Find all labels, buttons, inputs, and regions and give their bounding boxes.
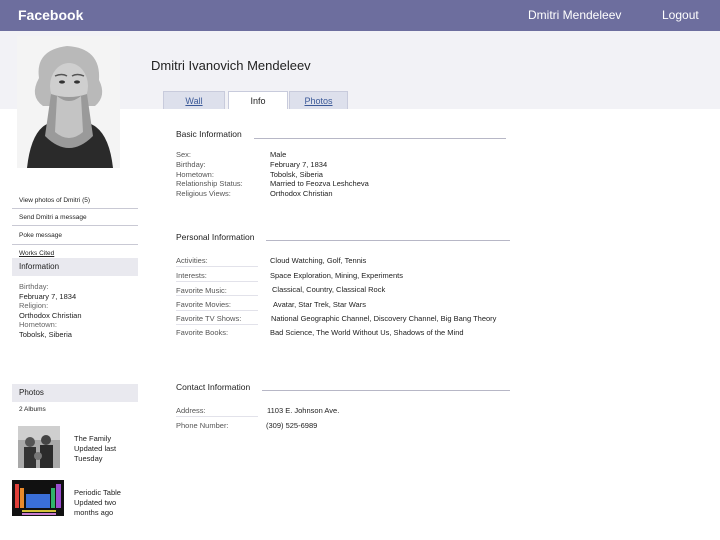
send-message-link[interactable]: Send Dmitri a message: [19, 214, 87, 221]
contact-address: 1103 E. Johnson Ave.: [267, 406, 340, 415]
basic-labels: Sex: Birthday: Hometown: Relationship St…: [176, 150, 243, 199]
personal-value: Classical, Country, Classical Rock: [272, 285, 386, 294]
view-photos-link[interactable]: View photos of Dmitri (5): [19, 197, 90, 204]
basic-info-title: Basic Information: [176, 129, 242, 139]
profile-name: Dmitri Ivanovich Mendeleev: [151, 58, 311, 73]
section-divider: [266, 240, 510, 241]
album-updated: Updated two months ago: [74, 498, 117, 517]
album-title[interactable]: The Family: [74, 434, 134, 444]
photos-heading: Photos: [12, 384, 138, 402]
info-label: Religion:: [19, 301, 49, 310]
personal-label: Favorite Music:: [176, 286, 227, 295]
album-title[interactable]: Periodic Table: [74, 488, 134, 498]
logout-link[interactable]: Logout: [662, 8, 699, 22]
basic-value: Married to Feozva Leshcheva: [270, 179, 369, 189]
tab-info-label: Info: [250, 96, 266, 106]
basic-label: Religious Views:: [176, 189, 231, 199]
brand-logo[interactable]: Facebook: [18, 7, 83, 23]
personal-label: Favorite Books:: [176, 328, 229, 337]
personal-info-title: Personal Information: [176, 232, 255, 242]
user-name-link[interactable]: Dmitri Mendeleev: [528, 8, 621, 22]
section-divider: [262, 390, 510, 391]
tab-info[interactable]: Info: [228, 91, 288, 109]
contact-label: Address:: [176, 406, 206, 415]
personal-value: Cloud Watching, Golf, Tennis: [270, 256, 367, 265]
row-divider: [176, 266, 258, 267]
information-heading: Information: [12, 258, 138, 276]
personal-label: Interests:: [176, 271, 207, 280]
profile-photo[interactable]: [17, 36, 120, 168]
personal-label: Activities:: [176, 256, 208, 265]
basic-label: Hometown:: [176, 169, 214, 179]
contact-phone: (309) 525-6989: [266, 421, 318, 430]
periodic-table-image: [12, 480, 64, 516]
album-thumbnail-family[interactable]: [18, 426, 60, 473]
divider: [12, 225, 138, 226]
tab-photos[interactable]: Photos: [289, 91, 348, 109]
tab-photos-label[interactable]: Photos: [304, 96, 332, 106]
info-label: Hometown:: [19, 320, 57, 329]
personal-label: Favorite TV Shows:: [176, 314, 242, 323]
works-cited-link[interactable]: Works Cited: [19, 250, 54, 257]
personal-value: Space Exploration, Mining, Experiments: [270, 271, 403, 280]
row-divider: [176, 416, 258, 417]
basic-label: Birthday:: [176, 159, 206, 169]
row-divider: [176, 310, 258, 311]
tab-wall[interactable]: Wall: [163, 91, 225, 109]
portrait-image: [17, 36, 120, 168]
personal-value: National Geographic Channel, Discovery C…: [271, 314, 497, 323]
personal-label: Favorite Movies:: [176, 300, 232, 309]
divider: [12, 208, 138, 209]
basic-values: Male February 7, 1834 Tobolsk, Siberia M…: [270, 150, 369, 199]
info-label: Birthday:: [19, 282, 49, 291]
poke-link[interactable]: Poke message: [19, 232, 62, 239]
family-photo-image: [18, 426, 60, 468]
album-periodic-info: Periodic Table Updated two months ago: [74, 488, 134, 518]
basic-label: Relationship Status:: [176, 179, 243, 189]
row-divider: [176, 295, 258, 296]
info-value: Orthodox Christian: [19, 310, 82, 320]
row-divider: [176, 281, 258, 282]
album-updated: Updated last Tuesday: [74, 444, 117, 463]
albums-count[interactable]: 2 Albums: [19, 406, 46, 413]
info-value: February 7, 1834: [19, 291, 77, 301]
personal-value: Avatar, Star Trek, Star Wars: [273, 300, 366, 309]
album-family-info: The Family Updated last Tuesday: [74, 434, 134, 464]
tab-wall-label[interactable]: Wall: [185, 96, 202, 106]
personal-value: Bad Science, The World Without Us, Shado…: [270, 328, 464, 337]
top-bar: Facebook Dmitri Mendeleev Logout: [0, 0, 720, 31]
basic-value: Male: [270, 150, 287, 159]
album-thumbnail-periodic-table[interactable]: [12, 480, 64, 521]
section-divider: [254, 138, 506, 139]
basic-value: Tobolsk, Siberia: [270, 169, 323, 179]
row-divider: [176, 324, 258, 325]
information-box: Birthday: February 7, 1834 Religion: Ort…: [19, 282, 82, 339]
info-value: Tobolsk, Siberia: [19, 329, 72, 339]
basic-value: Orthodox Christian: [270, 189, 333, 199]
contact-info-title: Contact Information: [176, 382, 251, 392]
divider: [12, 244, 138, 245]
basic-value: February 7, 1834: [270, 159, 328, 169]
contact-label: Phone Number:: [176, 421, 229, 430]
basic-label: Sex:: [176, 150, 192, 159]
